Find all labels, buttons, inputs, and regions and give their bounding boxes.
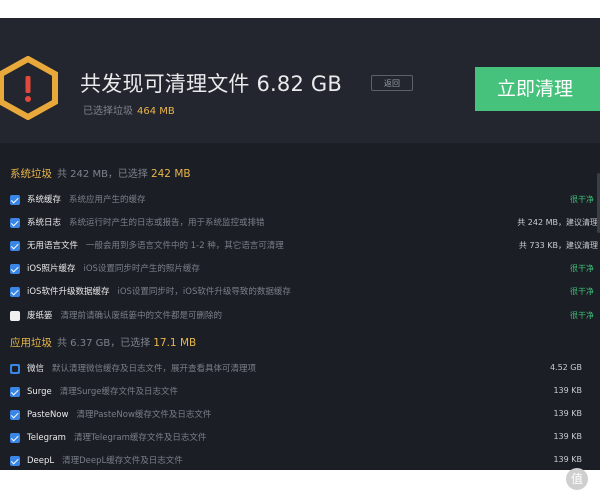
section-summary: 共 6.37 GB，已选择 xyxy=(57,338,151,349)
item-desc: 清理DeepL缓存文件及日志文件 xyxy=(62,456,183,466)
section-summary: 共 242 MB，已选择 xyxy=(57,169,148,180)
item-desc: 清理PasteNow缓存文件及日志文件 xyxy=(76,410,212,420)
checkbox[interactable] xyxy=(10,241,20,251)
item-name: Telegram xyxy=(27,433,66,443)
item-desc: 一般会用到多语言文件中的 1-2 种，其它语言可清理 xyxy=(86,241,284,251)
section-title: 系统垃圾 xyxy=(10,168,52,180)
checkbox[interactable] xyxy=(10,364,20,374)
item-status: 共 733 KB，建议清理 xyxy=(518,241,598,250)
item-name: iOS软件升级数据缓存 xyxy=(27,287,110,297)
item-size: 139 KB xyxy=(553,409,582,418)
item-size: 139 KB xyxy=(553,432,582,441)
list-item[interactable]: 废纸篓 清理前请确认废纸篓中的文件都是可删除的 很干净 xyxy=(0,307,600,327)
item-desc: 清理Telegram缓存文件及日志文件 xyxy=(73,433,207,443)
app-junk-header: 应用垃圾共 6.37 GB，已选择 17.1 MB xyxy=(10,334,196,350)
item-status: 很干净 xyxy=(570,264,594,273)
list-item[interactable]: DeepL 清理DeepL缓存文件及日志文件 139 KB xyxy=(0,452,600,470)
item-status: 很干净 xyxy=(570,195,594,204)
item-name: PasteNow xyxy=(27,410,69,420)
list-item[interactable]: iOS软件升级数据缓存 iOS设置同步时，iOS软件升级导致的数据缓存 很干净 xyxy=(0,283,600,303)
item-name: Surge xyxy=(27,387,52,397)
item-name: 废纸篓 xyxy=(27,311,53,321)
list-item[interactable]: iOS照片缓存 iOS设置同步时产生的照片缓存 很干净 xyxy=(0,260,600,280)
item-size: 139 KB xyxy=(553,455,582,464)
list-item[interactable]: Telegram 清理Telegram缓存文件及日志文件 139 KB xyxy=(0,429,600,449)
item-name: 系统缓存 xyxy=(27,195,62,205)
checkbox[interactable] xyxy=(10,456,20,466)
page-title: 共发现可清理文件 6.82 GB xyxy=(80,72,342,96)
result-header: 共发现可清理文件 6.82 GB 返回 已选择垃圾 464 MB 立即清理 xyxy=(0,18,600,143)
list-item[interactable]: 系统日志 系统运行时产生的日志或报告，用于系统监控或排错 共 242 MB，建议清… xyxy=(0,214,600,234)
list-item[interactable]: 系统缓存 系统应用产生的缓存 很干净 xyxy=(0,191,600,211)
clean-now-button[interactable]: 立即清理 xyxy=(475,67,600,111)
checkbox[interactable] xyxy=(10,311,20,321)
checkbox[interactable] xyxy=(10,387,20,397)
item-desc: 默认清理微信缓存及日志文件，展开查看具体可清理项 xyxy=(52,364,257,374)
cleanup-window: 共发现可清理文件 6.82 GB 返回 已选择垃圾 464 MB 立即清理 系统垃… xyxy=(0,18,600,470)
item-desc: 系统应用产生的缓存 xyxy=(69,195,146,205)
section-selected: 242 MB xyxy=(150,168,191,180)
item-desc: 清理Surge缓存文件及日志文件 xyxy=(59,387,179,397)
watermark-logo: 值 xyxy=(566,468,588,490)
checkbox[interactable] xyxy=(10,433,20,443)
item-status: 很干净 xyxy=(570,311,594,320)
section-selected: 17.1 MB xyxy=(153,337,197,349)
list-item[interactable]: 微信 默认清理微信缓存及日志文件，展开查看具体可清理项 4.52 GB xyxy=(0,360,600,380)
selected-value: 464 MB xyxy=(137,106,175,117)
selected-label: 已选择垃圾 xyxy=(83,106,133,117)
checkbox[interactable] xyxy=(10,218,20,228)
checkbox[interactable] xyxy=(10,410,20,420)
system-junk-header: 系统垃圾共 242 MB，已选择 242 MB xyxy=(10,165,191,181)
checkbox[interactable] xyxy=(10,287,20,297)
item-status: 很干净 xyxy=(570,287,594,296)
item-desc: iOS设置同步时，iOS软件升级导致的数据缓存 xyxy=(117,287,291,297)
item-size: 139 KB xyxy=(553,386,582,395)
item-name: 微信 xyxy=(27,364,45,374)
item-desc: 清理前请确认废纸篓中的文件都是可删除的 xyxy=(60,311,223,321)
item-name: 无用语言文件 xyxy=(27,241,79,251)
item-size: 4.52 GB xyxy=(549,363,582,372)
list-item[interactable]: Surge 清理Surge缓存文件及日志文件 139 KB xyxy=(0,383,600,403)
item-name: 系统日志 xyxy=(27,218,62,228)
list-item[interactable]: PasteNow 清理PasteNow缓存文件及日志文件 139 KB xyxy=(0,406,600,426)
checkbox[interactable] xyxy=(10,264,20,274)
section-title: 应用垃圾 xyxy=(10,337,52,349)
item-desc: 系统运行时产生的日志或报告，用于系统监控或排错 xyxy=(69,218,265,228)
item-desc: iOS设置同步时产生的照片缓存 xyxy=(83,264,200,274)
list-item[interactable]: 无用语言文件 一般会用到多语言文件中的 1-2 种，其它语言可清理 共 733 K… xyxy=(0,237,600,257)
return-button[interactable]: 返回 xyxy=(371,75,413,91)
checkbox[interactable] xyxy=(10,195,20,205)
selected-summary: 已选择垃圾 464 MB xyxy=(83,102,175,117)
item-status: 共 242 MB，建议清理 xyxy=(517,218,598,227)
warning-hexagon-icon xyxy=(0,56,58,120)
item-name: DeepL xyxy=(27,456,55,466)
item-name: iOS照片缓存 xyxy=(27,264,76,274)
